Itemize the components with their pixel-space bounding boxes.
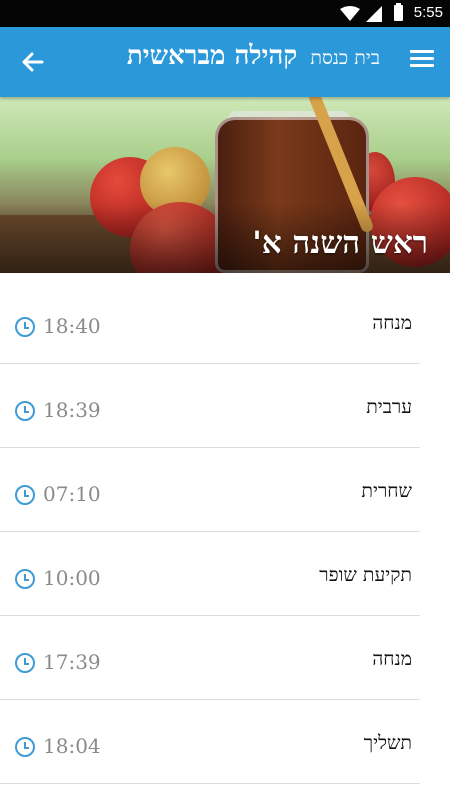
status-bar: 5:55 (0, 0, 450, 27)
hero-title: ראש השנה א' (252, 225, 428, 261)
clock-icon (15, 485, 35, 505)
prayer-name: מנחה (372, 312, 412, 334)
clock-icon (15, 653, 35, 673)
prayer-time: 18:40 (43, 314, 101, 338)
prayer-name: ערבית (366, 396, 412, 418)
schedule-row[interactable]: מנחה 18:40 (0, 280, 420, 364)
app-bar: בית כנסת קהילה מבראשית (0, 27, 450, 97)
clock-icon (15, 317, 35, 337)
app-title: בית כנסת קהילה מבראשית (127, 41, 380, 71)
prayer-name: שחרית (361, 480, 412, 502)
schedule-row[interactable]: ערבית 18:39 (0, 364, 420, 448)
app-subtitle: בית כנסת (310, 47, 380, 69)
prayer-name: תשליך (363, 732, 412, 754)
prayer-time: 10:00 (43, 566, 101, 590)
wifi-icon (340, 6, 360, 21)
prayer-time: 17:39 (43, 650, 101, 674)
app-title-text: קהילה מבראשית (126, 41, 298, 71)
hero-banner: ראש השנה א' (0, 97, 450, 273)
prayer-name: תקיעת שופר (319, 564, 412, 586)
back-arrow-icon[interactable] (18, 47, 48, 77)
prayer-time: 18:04 (43, 734, 101, 758)
schedule-row[interactable]: תקיעת שופר 10:00 (0, 532, 420, 616)
signal-icon (366, 6, 382, 22)
schedule-row[interactable]: תשליך 18:04 (0, 700, 420, 784)
prayer-time: 07:10 (43, 482, 101, 506)
schedule-row[interactable]: מנחה 17:39 (0, 616, 420, 700)
schedule-row[interactable]: שחרית 07:10 (0, 448, 420, 532)
battery-icon (394, 3, 403, 21)
clock-icon (15, 737, 35, 757)
status-time: 5:55 (413, 4, 443, 21)
prayer-name: מנחה (372, 648, 412, 670)
prayer-time: 18:39 (43, 398, 101, 422)
hamburger-menu-icon[interactable] (410, 50, 434, 74)
clock-icon (15, 401, 35, 421)
clock-icon (15, 569, 35, 589)
schedule-list: מנחה 18:40 ערבית 18:39 שחרית 07:10 תקיעת… (0, 280, 450, 784)
